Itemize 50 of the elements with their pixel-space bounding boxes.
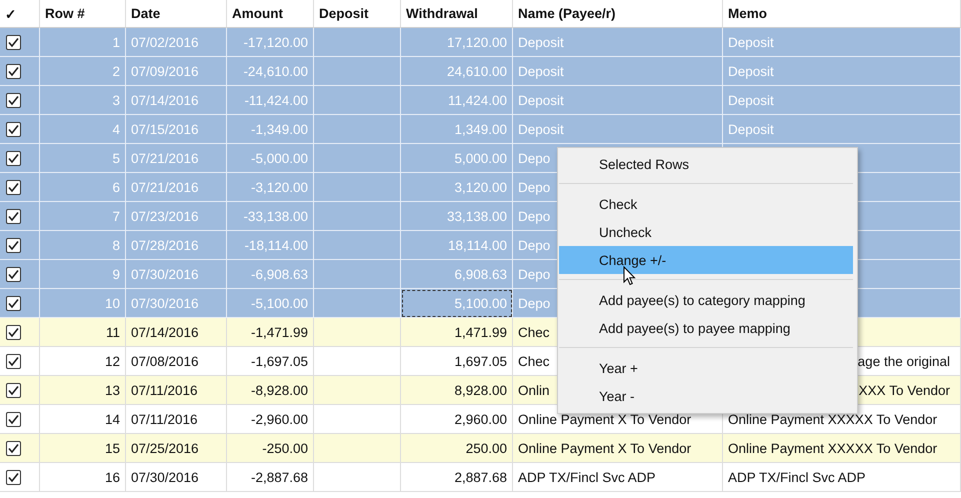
column-header[interactable]: Memo <box>723 0 961 28</box>
table-cell: 15 <box>40 434 126 463</box>
checkbox[interactable] <box>6 92 21 108</box>
table-cell: 16 <box>40 463 126 492</box>
menu-title: Selected Rows <box>598 156 690 174</box>
cursor-icon <box>623 266 636 286</box>
checkbox[interactable] <box>6 34 21 50</box>
table-cell: -1,471.99 <box>227 318 314 347</box>
column-header[interactable]: Amount <box>227 0 314 28</box>
checkbox[interactable] <box>6 354 21 368</box>
column-header[interactable]: ✓ <box>0 0 40 28</box>
table-cell: 07/11/2016 <box>126 376 227 405</box>
column-header[interactable]: Deposit <box>314 0 401 28</box>
table-cell: 13 <box>40 376 126 405</box>
table-cell: Online Payment X To Vendor <box>513 434 723 463</box>
table-cell: 8,928.00 <box>401 376 513 405</box>
checkbox[interactable] <box>6 64 21 78</box>
checkbox[interactable] <box>6 150 21 166</box>
checkbox[interactable] <box>6 440 21 456</box>
checkbox[interactable] <box>6 412 21 426</box>
checkbox[interactable] <box>6 208 21 224</box>
checkbox[interactable] <box>6 296 21 310</box>
table-cell: 5,100.00 <box>401 289 513 318</box>
checkbox[interactable] <box>6 470 21 484</box>
table-cell: ADP TX/Fincl Svc ADP <box>723 463 961 492</box>
table-cell: 07/30/2016 <box>126 463 227 492</box>
checkbox[interactable] <box>6 238 21 252</box>
table-cell: 11 <box>40 318 126 347</box>
table-cell: -2,887.68 <box>227 463 314 492</box>
table-cell: ADP TX/Fincl Svc ADP <box>513 463 723 492</box>
column-header[interactable]: Row # <box>40 0 126 28</box>
column-header[interactable]: Date <box>126 0 227 28</box>
checkbox[interactable] <box>6 122 21 136</box>
table-row[interactable]: 15 07/25/2016 -250.00 250.00 Online Payment X To Vendor Online Payment XXXXX To Vendor <box>0 434 961 463</box>
table-cell: -250.00 <box>227 434 314 463</box>
table-cell: 07/14/2016 <box>126 318 227 347</box>
checkbox[interactable] <box>6 324 21 340</box>
checkbox[interactable] <box>6 382 21 398</box>
table-row[interactable]: 16 07/30/2016 -2,887.68 2,887.68 ADP TX/Fincl Svc ADP ADP TX/Fincl Svc ADP <box>0 463 961 492</box>
table-cell: 2,887.68 <box>401 463 513 492</box>
menu-item[interactable]: Change +/- <box>559 246 853 274</box>
checkbox[interactable] <box>6 266 21 282</box>
table-cell: Online Payment XXXXX To Vendor <box>723 434 961 463</box>
table-cell: 1,471.99 <box>401 318 513 347</box>
column-header[interactable]: Name (Payee/r) <box>513 0 723 28</box>
table-cell: 250.00 <box>401 434 513 463</box>
table-cell: 07/25/2016 <box>126 434 227 463</box>
table-cell: -8,928.00 <box>227 376 314 405</box>
column-header[interactable]: Withdrawal <box>401 0 513 28</box>
checkbox[interactable] <box>6 180 21 194</box>
